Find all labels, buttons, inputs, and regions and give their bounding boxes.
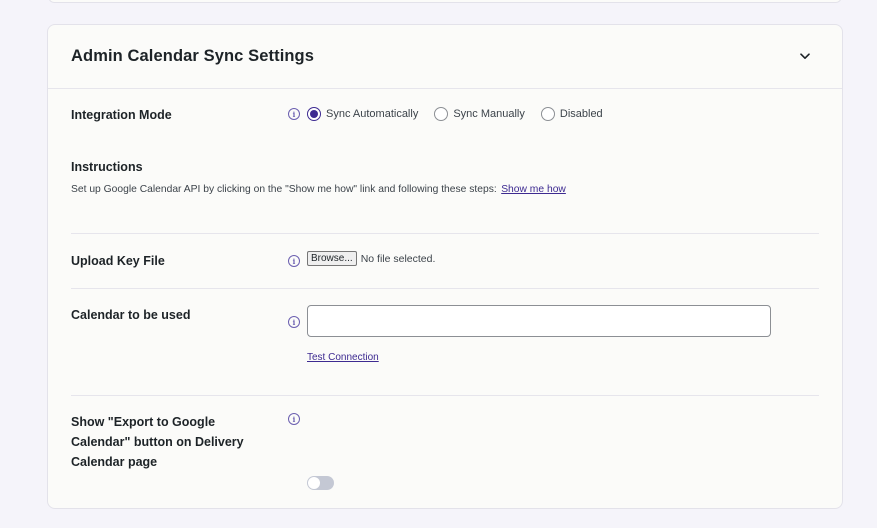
info-icon[interactable]: i xyxy=(288,255,300,267)
info-icon[interactable]: i xyxy=(288,413,300,425)
calendar-input[interactable] xyxy=(307,305,771,337)
show-me-how-link[interactable]: Show me how xyxy=(501,184,566,195)
card-title: Admin Calendar Sync Settings xyxy=(71,47,315,65)
divider xyxy=(71,233,819,234)
instructions-label: Instructions xyxy=(71,160,143,174)
integration-mode-radio-group: Sync Automatically Sync Manually Disable… xyxy=(307,107,619,121)
info-icon[interactable]: i xyxy=(288,316,300,328)
divider xyxy=(71,395,819,396)
browse-button[interactable]: Browse... xyxy=(307,251,357,266)
export-toggle[interactable] xyxy=(307,476,334,490)
radio-button[interactable] xyxy=(540,107,555,121)
test-connection-link[interactable]: Test Connection xyxy=(307,352,379,363)
instructions-row: Set up Google Calendar API by clicking o… xyxy=(71,179,566,197)
file-upload: Browse... No file selected. xyxy=(307,251,435,266)
radio-disabled[interactable]: Disabled xyxy=(540,107,603,121)
instructions-text: Set up Google Calendar API by clicking o… xyxy=(71,184,497,195)
export-button-label: Show "Export to Google Calendar" button … xyxy=(71,415,244,469)
chevron-down-icon[interactable] xyxy=(798,50,812,64)
admin-calendar-sync-card: Admin Calendar Sync Settings Integration… xyxy=(47,24,843,509)
file-status: No file selected. xyxy=(360,252,436,265)
calendar-label: Calendar to be used xyxy=(71,308,191,322)
radio-sync-manually[interactable]: Sync Manually xyxy=(434,107,525,121)
radio-sync-automatically[interactable]: Sync Automatically xyxy=(307,107,418,121)
radio-label: Sync Automatically xyxy=(326,108,419,120)
radio-label: Disabled xyxy=(559,108,603,120)
radio-button[interactable] xyxy=(434,107,449,121)
radio-button-checked[interactable] xyxy=(307,107,321,121)
integration-mode-label: Integration Mode xyxy=(71,108,172,122)
divider xyxy=(71,288,819,289)
previous-settings-card xyxy=(48,0,842,3)
card-header[interactable]: Admin Calendar Sync Settings xyxy=(48,25,842,89)
info-icon[interactable]: i xyxy=(288,108,300,120)
radio-label: Sync Manually xyxy=(453,108,525,120)
upload-key-file-label: Upload Key File xyxy=(71,254,165,268)
